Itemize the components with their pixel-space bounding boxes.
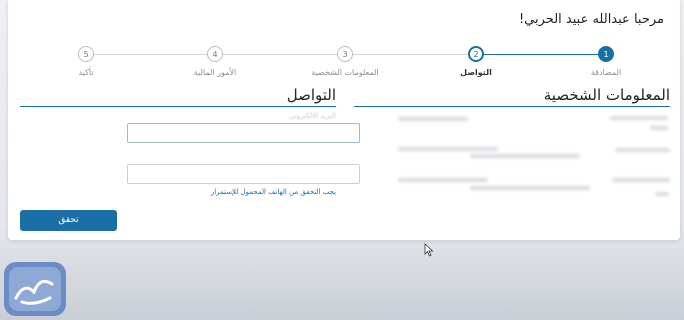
wizard-card (8, 0, 680, 240)
step-4-label: الأمور المالية (193, 68, 237, 77)
greeting-text: مرحبا عبدالله عبيد الحربي! (518, 12, 664, 27)
step-3-label: المعلومات الشخصية (311, 68, 379, 77)
email-input[interactable] (127, 123, 360, 143)
step-1-number: 1 (598, 46, 614, 62)
step-4-number: 4 (207, 46, 223, 62)
progress-stepper: 1 المصادقة 2 التواصل 3 المعلومات الشخصية… (0, 38, 684, 88)
step-2-label: التواصل (460, 68, 492, 77)
site-logo-icon (4, 262, 66, 316)
verify-button[interactable]: تحقق (20, 210, 117, 231)
personal-info-title: المعلومات الشخصية (543, 86, 670, 104)
mouse-pointer-icon (424, 242, 434, 261)
step-5-label: تأكيد (78, 68, 94, 77)
stepper-track-pending (86, 54, 476, 55)
step-1-label: المصادقة (590, 68, 622, 77)
email-field-label: البريد الالكتروني (289, 112, 336, 120)
step-authentication[interactable]: 1 المصادقة (571, 46, 641, 77)
step-5-number: 5 (78, 46, 94, 62)
step-contact[interactable]: 2 التواصل (441, 46, 511, 77)
step-3-number: 3 (337, 46, 353, 62)
step-personal-info[interactable]: 3 المعلومات الشخصية (310, 46, 380, 77)
personal-info-divider (354, 106, 670, 107)
contact-section-title: التواصل (286, 86, 336, 104)
contact-divider (20, 106, 336, 107)
step-confirmation[interactable]: 5 تأكيد (51, 46, 121, 77)
step-2-number: 2 (468, 46, 484, 62)
mobile-verification-hint: يجب التحقق من الهاتف المحمول للإستمرار (210, 188, 336, 196)
step-financials[interactable]: 4 الأمور المالية (180, 46, 250, 77)
mobile-input[interactable] (127, 164, 360, 184)
